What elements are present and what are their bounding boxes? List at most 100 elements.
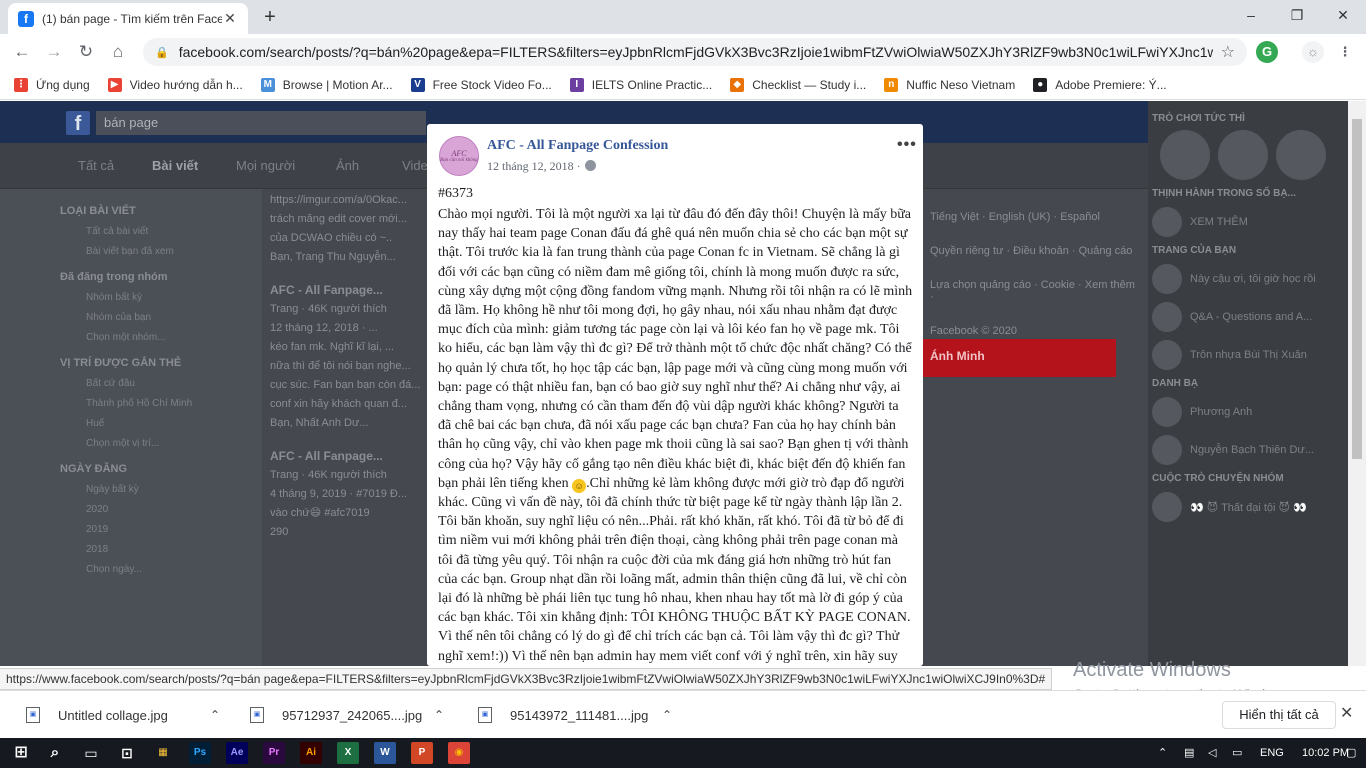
- filter-option[interactable]: 2020: [60, 504, 210, 515]
- filter-option[interactable]: Bất cứ đâu: [60, 378, 210, 389]
- chevron-up-icon[interactable]: ⌃: [662, 708, 672, 722]
- language-indicator[interactable]: ENG: [1260, 738, 1284, 768]
- taskbar-app-icon[interactable]: P: [411, 742, 433, 764]
- sidebar-item[interactable]: XEM THÊM: [1152, 207, 1344, 237]
- bookmark-item[interactable]: I IELTS Online Practic...: [569, 77, 712, 92]
- bookmark-item[interactable]: V Free Stock Video Fo...: [410, 77, 552, 92]
- task-view-icon[interactable]: ▭: [80, 742, 102, 764]
- close-downloads-icon[interactable]: ✕: [1340, 703, 1353, 723]
- chevron-up-icon[interactable]: ⌃: [434, 708, 444, 722]
- network-icon[interactable]: ▤: [1184, 738, 1194, 768]
- extension-icon[interactable]: ☼: [1302, 41, 1324, 63]
- filter-option[interactable]: Nhóm của bạn: [60, 312, 210, 323]
- facebook-search-input[interactable]: bán page: [96, 111, 426, 135]
- reload-icon[interactable]: ↻: [74, 40, 98, 64]
- filter-option[interactable]: Ngày bất kỳ: [60, 484, 210, 495]
- post-date[interactable]: 12 tháng 12, 2018 ·: [487, 159, 596, 174]
- bookmark-star-icon[interactable]: ☆: [1221, 42, 1235, 62]
- sidebar-item[interactable]: 👀 😈 Thất đại tội 😈 👀: [1152, 492, 1344, 522]
- minimize-button[interactable]: –: [1228, 0, 1274, 30]
- taskbar-app-icon[interactable]: W: [374, 742, 396, 764]
- grammarly-extension-icon[interactable]: G: [1256, 41, 1278, 63]
- facebook-logo-icon[interactable]: f: [66, 111, 90, 135]
- back-icon[interactable]: ←: [10, 40, 34, 64]
- address-bar[interactable]: 🔒 facebook.com/search/posts/?q=bán%20pag…: [143, 38, 1247, 66]
- tab-1[interactable]: Bài viết: [152, 158, 198, 173]
- page-avatar[interactable]: AFC Bạn cần nói không: [439, 136, 479, 176]
- forward-icon[interactable]: →: [42, 40, 66, 64]
- bookmark-item[interactable]: n Nuffic Neso Vietnam: [884, 77, 1016, 92]
- chat-header[interactable]: Ánh Minh: [920, 339, 1116, 377]
- new-tab-button[interactable]: +: [258, 6, 282, 30]
- filter-option[interactable]: Chọn ngày...: [60, 564, 210, 575]
- feed-text-line: nữa thì để tôi nói bạn nghe...: [270, 360, 411, 372]
- browser-tab[interactable]: f (1) bán page - Tìm kiếm trên Facebook …: [8, 3, 248, 34]
- taskbar-app-icon[interactable]: Ae: [226, 742, 248, 764]
- chrome-menu-icon[interactable]: ⋮: [1334, 41, 1356, 63]
- close-window-button[interactable]: ✕: [1320, 0, 1366, 30]
- filter-option[interactable]: Chọn một nhóm...: [60, 332, 210, 343]
- close-tab-icon[interactable]: ✕: [222, 10, 238, 27]
- sidebar-item[interactable]: Trôn nhựa Bùi Thị Xuân: [1152, 340, 1344, 370]
- battery-icon[interactable]: ▭: [1232, 738, 1242, 768]
- volume-icon[interactable]: ◁: [1208, 738, 1216, 768]
- filter-option[interactable]: 2018: [60, 544, 210, 555]
- footer-links: Tiếng Việt · English (UK) · Español: [930, 211, 1100, 223]
- tray-chevron-icon[interactable]: ⌃: [1158, 738, 1167, 768]
- game-thumbnail[interactable]: [1160, 130, 1210, 180]
- taskbar-app-icon[interactable]: Pr: [263, 742, 285, 764]
- taskbar-app-icon[interactable]: Ai: [300, 742, 322, 764]
- filter-option[interactable]: Nhóm bất kỳ: [60, 292, 210, 303]
- download-filename: Untitled collage.jpg: [58, 707, 168, 723]
- show-all-downloads-button[interactable]: Hiển thị tất cả: [1222, 701, 1336, 729]
- filter-option[interactable]: Huế: [60, 418, 210, 429]
- bookmark-label: Ứng dụng: [36, 77, 90, 92]
- taskbar-app-icon[interactable]: ▦: [152, 742, 174, 764]
- windows-start-icon[interactable]: ⊞: [10, 742, 32, 764]
- sidebar-item[interactable]: Q&A - Questions and A...: [1152, 302, 1344, 332]
- sidebar-section-title: DANH BẠ: [1152, 378, 1199, 389]
- tab-2[interactable]: Mọi người: [236, 158, 295, 173]
- download-item[interactable]: ▣ Untitled collage.jpg ⌃: [20, 697, 220, 733]
- post-hashtag: #6373: [438, 186, 473, 201]
- page-name-link[interactable]: AFC - All Fanpage Confession: [487, 138, 668, 154]
- tab-0[interactable]: Tất cả: [78, 158, 114, 173]
- taskbar-app-icon[interactable]: X: [337, 742, 359, 764]
- notifications-icon[interactable]: ▢: [1346, 738, 1356, 768]
- taskbar-app-icon[interactable]: Ps: [189, 742, 211, 764]
- game-thumbnail[interactable]: [1276, 130, 1326, 180]
- sidebar-item[interactable]: Nguyễn Bạch Thiên Dư...: [1152, 435, 1344, 465]
- filter-option[interactable]: Bài viết bạn đã xem: [60, 246, 210, 257]
- activate-windows-title: Activate Windows: [1073, 659, 1231, 681]
- page-viewport: f bán page Tất cả Bài viết Mọi người Ảnh Vid…: [0, 101, 1366, 666]
- store-icon[interactable]: ⊡: [116, 742, 138, 764]
- scrollbar-thumb[interactable]: [1352, 119, 1362, 459]
- sidebar-item[interactable]: Phương Anh: [1152, 397, 1344, 427]
- filter-option[interactable]: Thành phố Hồ Chí Minh: [60, 398, 210, 409]
- instant-games-row: [1160, 130, 1344, 180]
- bookmark-item[interactable]: M Browse | Motion Ar...: [260, 77, 393, 92]
- game-thumbnail[interactable]: [1218, 130, 1268, 180]
- download-item[interactable]: ▣ 95143972_111481....jpg ⌃: [472, 697, 672, 733]
- taskbar-app-icon[interactable]: ◉: [448, 742, 470, 764]
- bookmark-label: Nuffic Neso Vietnam: [906, 77, 1016, 92]
- post-body-text-2: .Chỉ những kẻ làm không được mới giờ trò…: [438, 475, 911, 664]
- filter-option[interactable]: Tất cả bài viết: [60, 226, 210, 237]
- bookmark-item[interactable]: ▶ Video hướng dẫn h...: [107, 77, 243, 92]
- sidebar-item[interactable]: Này cậu ơi, tôi giờ học rồi: [1152, 264, 1344, 294]
- maximize-button[interactable]: ❐: [1274, 0, 1320, 30]
- more-options-icon[interactable]: •••: [897, 136, 917, 154]
- bookmark-item[interactable]: ◆ Checklist — Study i...: [730, 77, 866, 92]
- bookmark-item[interactable]: ● Adobe Premiere: Ý...: [1033, 77, 1167, 92]
- filter-option[interactable]: 2019: [60, 524, 210, 535]
- clock[interactable]: 10:02 PM: [1302, 738, 1349, 768]
- download-item[interactable]: ▣ 95712937_242065....jpg ⌃: [244, 697, 444, 733]
- search-icon[interactable]: ⌕: [44, 742, 66, 764]
- chevron-up-icon[interactable]: ⌃: [210, 708, 220, 722]
- home-icon[interactable]: ⌂: [106, 40, 130, 64]
- tab-3[interactable]: Ảnh: [336, 158, 359, 173]
- page-scrollbar[interactable]: [1348, 101, 1366, 666]
- address-url[interactable]: facebook.com/search/posts/?q=bán%20page&…: [179, 44, 1213, 60]
- filter-option[interactable]: Chọn một vị trí...: [60, 438, 210, 449]
- bookmark-item[interactable]: ⋮ Ứng dụng: [14, 77, 90, 92]
